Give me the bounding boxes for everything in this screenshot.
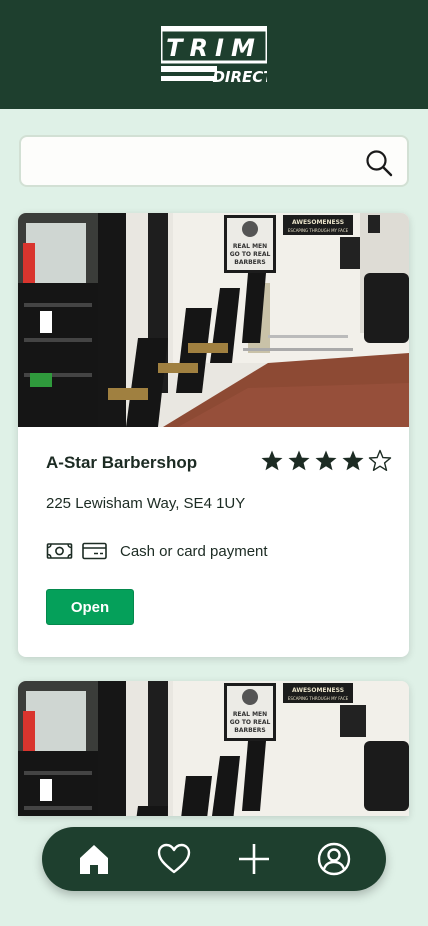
shop-address: 225 Lewisham Way, SE4 1UY — [46, 495, 246, 512]
profile-icon[interactable] — [316, 841, 352, 877]
payment-text: Cash or card payment — [120, 542, 268, 560]
star-filled-icon — [288, 450, 310, 471]
heart-icon[interactable] — [156, 841, 192, 877]
search-input[interactable] — [33, 145, 353, 177]
plus-icon[interactable] — [236, 841, 272, 877]
photo-sign2-line2: ESCAPING THROUGH MY FACE — [288, 696, 349, 701]
search-bar — [19, 135, 409, 187]
photo-sign1-line2: GO TO REAL — [230, 719, 271, 726]
photo-sign2-line2: ESCAPING THROUGH MY FACE — [288, 228, 349, 233]
barbershop-photo: REAL MEN GO TO REAL BARBERS AWESOMENESS … — [18, 213, 409, 427]
star-empty-icon — [368, 449, 392, 471]
photo-sign1-line1: REAL MEN — [233, 243, 267, 250]
star-filled-icon — [342, 450, 364, 471]
shop-card[interactable]: REAL MEN GO TO REAL BARBERS AWESOMENESS … — [18, 681, 409, 816]
bottom-nav — [42, 827, 386, 891]
photo-sign2-line1: AWESOMENESS — [292, 219, 344, 226]
app-header: TRIM DIRECT — [0, 0, 428, 109]
cash-icon — [46, 543, 73, 559]
payment-methods: Cash or card payment — [46, 539, 268, 563]
shop-card[interactable]: REAL MEN GO TO REAL BARBERS AWESOMENESS … — [18, 213, 409, 657]
open-status-button[interactable]: Open — [46, 589, 134, 625]
star-rating — [260, 449, 392, 473]
trim-direct-logo[interactable]: TRIM DIRECT — [161, 26, 267, 84]
home-icon[interactable] — [76, 841, 112, 877]
logo-text-trim: TRIM — [166, 34, 262, 62]
star-filled-icon — [315, 450, 337, 471]
star-filled-icon — [261, 450, 283, 471]
shop-name[interactable]: A-Star Barbershop — [46, 453, 197, 473]
barbershop-photo: REAL MEN GO TO REAL BARBERS AWESOMENESS … — [18, 681, 409, 816]
photo-sign1-line2: GO TO REAL — [230, 251, 271, 258]
card-icon — [82, 542, 107, 560]
photo-sign1-line3: BARBERS — [234, 727, 265, 734]
photo-sign1-line3: BARBERS — [234, 259, 265, 266]
photo-sign1-line1: REAL MEN — [233, 711, 267, 718]
logo-text-direct: DIRECT — [212, 68, 267, 84]
photo-sign2-line1: AWESOMENESS — [292, 687, 344, 694]
search-icon[interactable] — [365, 149, 393, 177]
